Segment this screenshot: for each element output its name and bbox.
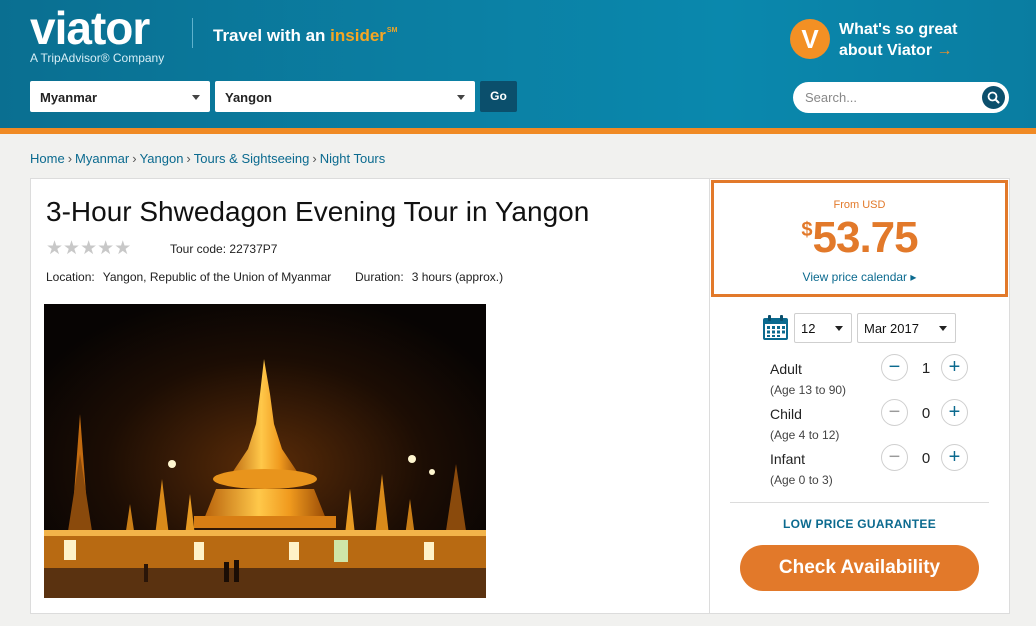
viator-logo[interactable]: viator xyxy=(30,4,150,52)
child-decrement-button[interactable]: − xyxy=(881,399,908,426)
child-increment-button[interactable]: + xyxy=(941,399,968,426)
traveler-age: (Age 4 to 12) xyxy=(770,428,840,442)
location-label: Location: xyxy=(46,270,95,284)
month-select-value: Mar 2017 xyxy=(864,321,919,336)
breadcrumb-separator: › xyxy=(132,151,137,166)
star-icon: ★ xyxy=(80,238,98,259)
star-icon: ★ xyxy=(46,238,64,259)
tagline-highlight: insider xyxy=(330,26,386,45)
breadcrumb-yangon[interactable]: Yangon xyxy=(140,151,184,166)
breadcrumb-separator: › xyxy=(67,151,73,166)
price-from-label: From USD xyxy=(833,199,886,211)
price-display: $53.75 xyxy=(714,213,1005,263)
caret-right-icon: ▸ xyxy=(910,270,917,284)
traveler-adult: Adult (Age 13 to 90) xyxy=(770,361,846,397)
traveler-age: (Age 0 to 3) xyxy=(770,473,833,487)
breadcrumb: Home › Myanmar › Yangon › Tours & Sightseeing ›… xyxy=(30,151,385,166)
duration-label: Duration: xyxy=(355,270,404,284)
infant-decrement-button[interactable]: − xyxy=(881,444,908,471)
country-select[interactable]: Myanmar xyxy=(30,81,210,112)
tagline: Travel with an insiderSM xyxy=(213,26,397,46)
traveler-age: (Age 13 to 90) xyxy=(770,383,847,397)
tagline-trademark: SM xyxy=(386,27,398,34)
day-select[interactable]: 12 xyxy=(794,313,852,343)
breadcrumb-home[interactable]: Home xyxy=(30,151,65,166)
arrow-right-icon: → xyxy=(936,42,953,59)
product-photo[interactable] xyxy=(44,304,486,598)
traveler-label: Child xyxy=(770,406,802,422)
star-icon: ★ xyxy=(63,238,81,259)
star-icon: ★ xyxy=(97,238,115,259)
breadcrumb-separator: › xyxy=(186,151,191,166)
calendar-icon[interactable] xyxy=(762,314,789,341)
header-accent-stripe xyxy=(0,128,1036,134)
rating-stars[interactable]: ★★★★★ xyxy=(46,239,131,259)
chevron-down-icon xyxy=(835,326,843,331)
month-select[interactable]: Mar 2017 xyxy=(857,313,956,343)
go-button[interactable]: Go xyxy=(480,81,517,112)
column-divider xyxy=(709,178,710,614)
check-availability-button[interactable]: Check Availability xyxy=(740,545,979,591)
tour-code: Tour code: 22737P7 xyxy=(170,242,277,256)
promo-line-1: What's so great xyxy=(839,21,958,38)
search-icon xyxy=(987,91,1000,104)
low-price-guarantee[interactable]: LOW PRICE GUARANTEE xyxy=(730,517,989,531)
traveler-label: Infant xyxy=(770,451,806,467)
tour-code-value: 22737P7 xyxy=(229,242,278,256)
search-button[interactable] xyxy=(982,86,1005,109)
country-select-value: Myanmar xyxy=(40,90,98,105)
location-value: Yangon, Republic of the Union of Myanmar xyxy=(102,270,332,284)
tour-code-label: Tour code: xyxy=(170,242,227,256)
product-title: 3-Hour Shwedagon Evening Tour in Yangon xyxy=(46,196,590,227)
child-count: 0 xyxy=(921,405,931,422)
day-select-value: 12 xyxy=(801,321,816,336)
divider xyxy=(730,502,989,503)
infant-count: 0 xyxy=(921,450,931,467)
adult-count: 1 xyxy=(921,360,931,377)
adult-decrement-button[interactable]: − xyxy=(881,354,908,381)
breadcrumb-tours-sightseeing[interactable]: Tours & Sightseeing xyxy=(194,151,310,166)
header-divider xyxy=(192,18,193,48)
duration-info: Duration: 3 hours (approx.) xyxy=(355,270,503,284)
city-select-value: Yangon xyxy=(225,90,272,105)
logo-subtitle: A TripAdvisor® Company xyxy=(30,51,165,65)
currency-symbol: $ xyxy=(801,219,813,241)
site-header: viator A TripAdvisor® Company Travel wit… xyxy=(0,0,1036,128)
promo-line-2: about Viator → xyxy=(839,42,953,59)
location-info: Location: Yangon, Republic of the Union o… xyxy=(46,270,331,284)
city-select[interactable]: Yangon xyxy=(215,81,475,112)
view-price-calendar-link[interactable]: View price calendar ▸ xyxy=(714,270,1005,284)
traveler-infant: Infant (Age 0 to 3) xyxy=(770,451,833,487)
tagline-prefix: Travel with an xyxy=(213,26,331,45)
adult-increment-button[interactable]: + xyxy=(941,354,968,381)
chevron-down-icon xyxy=(457,95,465,100)
whats-so-great-link[interactable]: What's so great about Viator → xyxy=(839,19,958,61)
price-amount: 53.75 xyxy=(812,213,919,262)
price-box: From USD $53.75 View price calendar ▸ xyxy=(711,180,1008,297)
traveler-label: Adult xyxy=(770,361,802,377)
traveler-child: Child (Age 4 to 12) xyxy=(770,406,839,442)
infant-increment-button[interactable]: + xyxy=(941,444,968,471)
breadcrumb-separator: › xyxy=(312,151,317,166)
search-input[interactable] xyxy=(805,88,975,107)
chevron-down-icon xyxy=(192,95,200,100)
duration-value: 3 hours (approx.) xyxy=(411,270,504,284)
search-box xyxy=(793,82,1009,113)
breadcrumb-myanmar[interactable]: Myanmar xyxy=(75,151,129,166)
pagoda-image xyxy=(44,304,486,598)
viator-badge-icon[interactable]: V xyxy=(790,19,830,59)
chevron-down-icon xyxy=(939,326,947,331)
breadcrumb-night-tours[interactable]: Night Tours xyxy=(320,151,386,166)
star-icon: ★ xyxy=(114,238,132,259)
